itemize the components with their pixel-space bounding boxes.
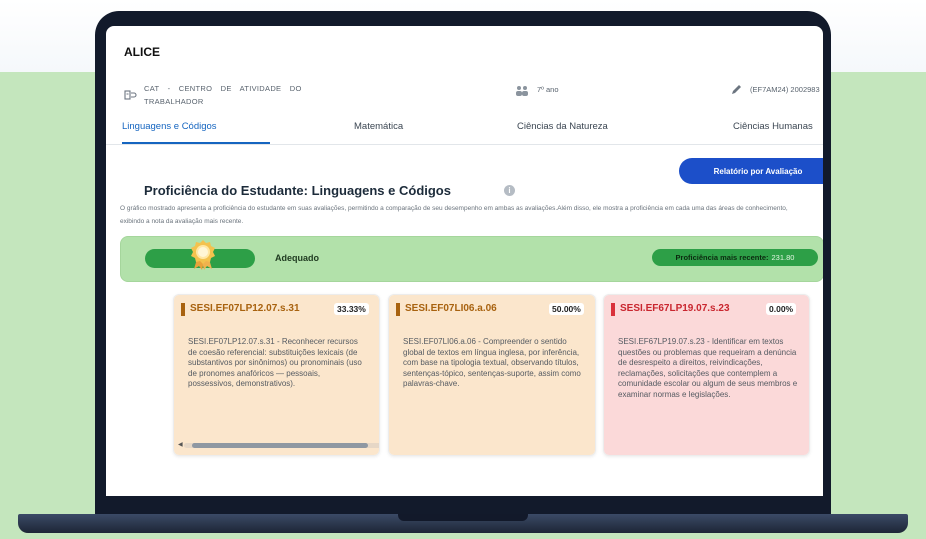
tabs-divider xyxy=(106,144,823,145)
school-name: CAT - CENTRO DE ATIVIDADE DO TRABALHADOR xyxy=(144,84,302,106)
class-code: (EF7AM24) 2002983 xyxy=(750,85,820,94)
skill-description: SESI.EF67LP19.07.s.23 - Identificar em t… xyxy=(618,337,798,399)
skill-card-body: SESI.EF67LP19.07.s.23 - Identificar em t… xyxy=(604,325,809,455)
section-description: O gráfico mostrado apresenta a proficiên… xyxy=(120,205,788,225)
medal-icon xyxy=(191,240,215,270)
skill-card-header: SESI.EF07LI06.a.06 50.00% xyxy=(389,295,595,325)
students-icon xyxy=(516,86,528,96)
skill-card[interactable]: SESI.EF07LP12.07.s.31 33.33% SESI.EF07LP… xyxy=(173,294,380,456)
horizontal-scrollbar-thumb[interactable] xyxy=(192,443,368,448)
skill-card-accent xyxy=(611,303,615,316)
skill-card-header: SESI.EF67LP19.07.s.23 0.00% xyxy=(604,295,809,325)
proficiency-level-bar: Adequado Proficiência mais recente: 231.8… xyxy=(120,236,823,282)
grade-label: 7º ano xyxy=(537,85,559,94)
recent-proficiency-label: Proficiência mais recente: xyxy=(675,253,769,262)
pencil-icon xyxy=(732,85,741,94)
laptop-notch xyxy=(398,514,528,521)
section-title: Proficiência do Estudante: Linguagens e … xyxy=(144,183,451,198)
skill-code: SESI.EF07LI06.a.06 xyxy=(405,303,497,314)
school-icon xyxy=(124,90,137,100)
skill-card[interactable]: SESI.EF67LP19.07.s.23 0.00% SESI.EF67LP1… xyxy=(603,294,810,456)
skill-card[interactable]: SESI.EF07LI06.a.06 50.00% SESI.EF07LI06.… xyxy=(388,294,596,456)
skill-card-header: SESI.EF07LP12.07.s.31 33.33% xyxy=(174,295,379,325)
scroll-left-arrow-icon[interactable]: ◀ xyxy=(178,441,183,448)
tab-ciencias-da-natureza[interactable]: Ciências da Natureza xyxy=(517,121,608,143)
skill-code: SESI.EF07LP12.07.s.31 xyxy=(190,303,300,314)
recent-proficiency-value: 231.80 xyxy=(771,253,795,262)
laptop-screen: ALICE CAT - CENTRO DE ATIVIDADE DO TRABA… xyxy=(106,26,823,496)
skill-percent: 33.33% xyxy=(334,303,369,315)
info-icon[interactable]: i xyxy=(504,185,515,196)
skill-card-accent xyxy=(181,303,185,316)
tab-ciencias-humanas[interactable]: Ciências Humanas xyxy=(733,121,813,143)
skill-percent: 50.00% xyxy=(549,303,584,315)
skill-card-body: SESI.EF07LP12.07.s.31 - Reconhecer recur… xyxy=(174,325,379,455)
skill-description: SESI.EF07LI06.a.06 - Compreender o senti… xyxy=(403,337,581,389)
report-by-assessment-button[interactable]: Relatório por Avaliação xyxy=(679,158,823,184)
proficiency-level-label: Adequado xyxy=(275,253,319,263)
student-name: ALICE xyxy=(124,45,160,59)
skill-code: SESI.EF67LP19.07.s.23 xyxy=(620,303,730,314)
tab-matematica[interactable]: Matemática xyxy=(354,121,403,143)
student-info-row: CAT - CENTRO DE ATIVIDADE DO TRABALHADOR… xyxy=(124,82,823,112)
skill-description: SESI.EF07LP12.07.s.31 - Reconhecer recur… xyxy=(188,337,362,389)
skill-percent: 0.00% xyxy=(766,303,797,315)
skill-card-body: SESI.EF07LI06.a.06 - Compreender o senti… xyxy=(389,325,595,455)
tab-linguagens-e-codigos[interactable]: Linguagens e Códigos xyxy=(122,121,217,143)
recent-proficiency-badge: Proficiência mais recente: 231.80 xyxy=(652,249,818,266)
skill-card-accent xyxy=(396,303,400,316)
